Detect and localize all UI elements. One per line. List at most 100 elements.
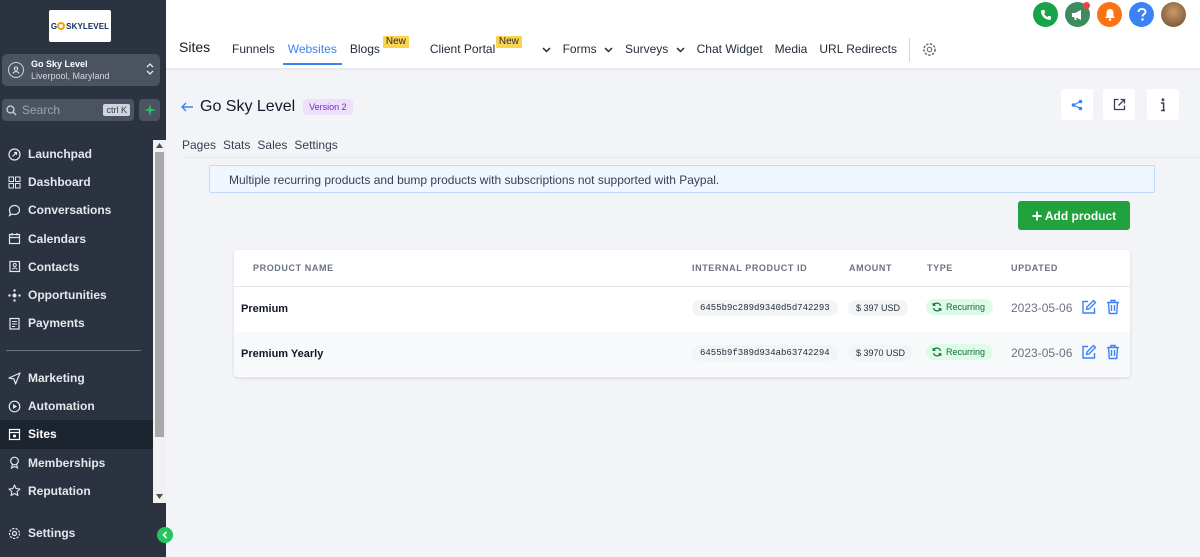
tab-client-portal[interactable]: Client Portal New <box>430 34 551 65</box>
announcements-button[interactable] <box>1065 2 1090 27</box>
tab-settings[interactable]: Settings <box>294 138 337 152</box>
sidebar-item-sites[interactable]: Sites <box>0 420 153 449</box>
sidebar-item-label: Contacts <box>28 259 80 274</box>
type-label: Recurring <box>946 302 986 312</box>
tab-stats[interactable]: Stats <box>223 138 250 152</box>
info-button[interactable] <box>1147 89 1179 120</box>
company-logo[interactable]: G SKYLEVEL <box>49 10 111 42</box>
sidebar-item-automation[interactable]: Automation <box>0 392 153 420</box>
add-product-button[interactable]: Add product <box>1018 201 1130 230</box>
tab-pages[interactable]: Pages <box>182 138 216 152</box>
edit-icon <box>1082 299 1097 314</box>
automation-icon <box>7 399 21 413</box>
account-switcher[interactable]: Go Sky Level Liverpool, Maryland <box>2 54 160 86</box>
search-placeholder: Search <box>22 103 61 117</box>
sidebar-item-dashboard[interactable]: Dashboard <box>0 168 153 196</box>
chevron-left-icon <box>162 531 168 539</box>
sidebar-item-label: Conversations <box>28 203 112 218</box>
column-header-amount[interactable]: AMOUNT <box>849 263 892 273</box>
user-avatar[interactable] <box>1161 2 1186 27</box>
sidebar-item-reputation[interactable]: Reputation <box>0 477 153 505</box>
type-label: Recurring <box>946 347 986 357</box>
phone-button[interactable] <box>1033 2 1058 27</box>
sidebar-item-conversations[interactable]: Conversations <box>0 196 153 224</box>
sidebar-item-settings[interactable]: Settings <box>0 519 150 547</box>
share-button[interactable] <box>1061 89 1093 120</box>
tab-url-redirects[interactable]: URL Redirects <box>819 34 897 65</box>
new-badge: New <box>382 36 409 48</box>
tab-funnels[interactable]: Funnels <box>232 34 275 65</box>
bell-icon <box>1104 9 1115 21</box>
send-icon <box>7 371 21 385</box>
phone-icon <box>1040 9 1051 20</box>
tab-media[interactable]: Media <box>775 34 808 65</box>
sidebar-item-launchpad[interactable]: Launchpad <box>0 140 153 168</box>
column-header-product-name[interactable]: PRODUCT NAME <box>253 263 334 273</box>
scrollbar-thumb[interactable] <box>155 152 164 437</box>
column-header-internal-id[interactable]: INTERNAL PRODUCT ID <box>692 263 807 273</box>
sidebar-item-label: Dashboard <box>28 175 91 190</box>
subtabs-divider <box>182 157 1200 158</box>
sidebar-item-marketing[interactable]: Marketing <box>0 364 153 392</box>
tab-sales[interactable]: Sales <box>257 138 287 152</box>
sidebar-item-payments[interactable]: Payments <box>0 309 153 337</box>
tab-blogs[interactable]: Blogs New <box>349 34 409 65</box>
trash-icon <box>1107 299 1119 315</box>
delete-button[interactable] <box>1105 344 1121 360</box>
tab-chat-widget[interactable]: Chat Widget <box>697 34 763 65</box>
info-icon <box>1161 97 1165 111</box>
account-location: Liverpool, Maryland <box>31 71 110 81</box>
product-name[interactable]: Premium <box>241 303 288 315</box>
product-updated: 2023-05-06 <box>1011 301 1073 315</box>
sidebar-item-calendars[interactable]: Calendars <box>0 225 153 253</box>
sidebar-item-memberships[interactable]: Memberships <box>0 449 153 477</box>
collapse-sidebar-button[interactable] <box>157 527 173 543</box>
top-header: Sites Funnels Websites Blogs New Client … <box>166 0 1200 69</box>
sidebar: G SKYLEVEL Go Sky Level Liverpool, Maryla… <box>0 0 173 557</box>
help-button[interactable] <box>1129 2 1154 27</box>
edit-button[interactable] <box>1081 299 1097 315</box>
version-badge: Version 2 <box>303 99 353 115</box>
search-box[interactable]: Search ctrl K <box>2 99 134 121</box>
scroll-up-icon <box>156 143 163 148</box>
megaphone-icon <box>1072 9 1081 20</box>
nav-settings-button[interactable] <box>916 34 937 57</box>
nav-divider <box>908 38 910 62</box>
table-row[interactable]: Premium Yearly 6455b9f389d934ab63742294 … <box>234 332 1130 376</box>
sidebar-item-label: Settings <box>28 526 76 541</box>
star-icon <box>7 484 21 498</box>
sidebar-scrollbar[interactable] <box>153 140 166 503</box>
product-name[interactable]: Premium Yearly <box>241 348 323 360</box>
sidebar-item-contacts[interactable]: Contacts <box>0 253 153 281</box>
sub-tabs: Pages Stats Sales Settings <box>182 138 338 152</box>
table-row[interactable]: Premium 6455b9c289d9340d5d742293 $ 397 U… <box>234 287 1130 331</box>
tab-forms[interactable]: Forms <box>563 34 613 65</box>
new-badge: New <box>495 36 522 48</box>
edit-button[interactable] <box>1081 344 1097 360</box>
tab-websites[interactable]: Websites <box>282 34 342 65</box>
sidebar-item-opportunities[interactable]: Opportunities <box>0 281 153 309</box>
quick-action-button[interactable] <box>139 99 160 121</box>
tab-label: Blogs <box>349 42 380 56</box>
delete-button[interactable] <box>1105 299 1121 315</box>
gear-icon <box>7 526 21 540</box>
opportunities-icon <box>7 288 21 302</box>
section-title: Sites <box>179 39 211 55</box>
column-header-updated[interactable]: UPDATED <box>1011 263 1058 273</box>
open-external-button[interactable] <box>1103 89 1135 120</box>
help-icon <box>1137 8 1147 21</box>
header-icon-bar <box>1033 2 1186 27</box>
recurring-icon <box>932 302 942 312</box>
paypal-info-alert: Multiple recurring products and bump pro… <box>209 165 1155 193</box>
back-button[interactable] <box>181 102 194 112</box>
product-updated: 2023-05-06 <box>1011 346 1073 360</box>
tab-label: Surveys <box>624 42 669 56</box>
calendar-icon <box>7 232 21 246</box>
tab-surveys[interactable]: Surveys <box>625 34 685 65</box>
chevron-down-icon <box>676 47 685 53</box>
gear-icon <box>923 43 936 56</box>
notifications-button[interactable] <box>1097 2 1122 27</box>
column-header-type[interactable]: TYPE <box>927 263 953 273</box>
sidebar-item-label: Opportunities <box>28 288 107 303</box>
tab-label: Forms <box>562 42 597 56</box>
